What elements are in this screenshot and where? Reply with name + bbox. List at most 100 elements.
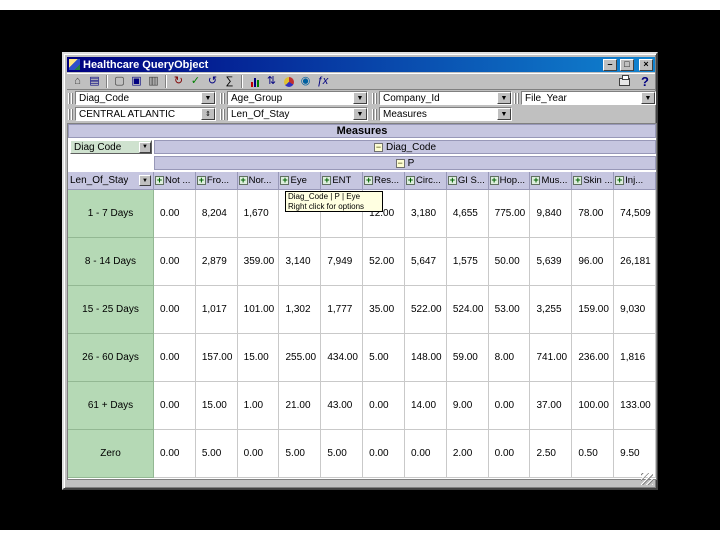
filter-combo[interactable]: CENTRAL ATLANTIC ⇕: [75, 107, 216, 121]
export-icon[interactable]: ▥: [145, 74, 162, 89]
data-cell[interactable]: 5,647: [404, 238, 447, 286]
data-cell[interactable]: 159.00: [572, 286, 615, 334]
data-cell[interactable]: 0.00: [154, 286, 196, 334]
row-label[interactable]: 8 - 14 Days: [68, 238, 154, 286]
expand-plus-icon[interactable]: +: [531, 176, 541, 185]
expand-plus-icon[interactable]: +: [196, 176, 206, 185]
apply-check-icon[interactable]: ✓: [187, 74, 204, 89]
data-cell[interactable]: 5.00: [279, 430, 322, 478]
row-label[interactable]: 26 - 60 Days: [68, 334, 154, 382]
pie-chart-icon[interactable]: [280, 74, 297, 89]
dropdown-arrow-icon[interactable]: ▼: [641, 92, 655, 104]
data-cell[interactable]: 1,017: [195, 286, 238, 334]
expand-plus-icon[interactable]: +: [405, 176, 415, 185]
drag-grip-icon[interactable]: [220, 108, 225, 120]
data-cell[interactable]: 43.00: [321, 382, 364, 430]
data-cell[interactable]: 9,840: [530, 190, 573, 238]
data-cell[interactable]: 3,255: [530, 286, 573, 334]
column-header[interactable]: + Skin ...: [572, 172, 615, 190]
filter-region-member[interactable]: CENTRAL ATLANTIC ⇕: [68, 107, 216, 121]
sum-icon[interactable]: ∑: [221, 74, 238, 89]
sort-icon[interactable]: ⇅: [263, 74, 280, 89]
data-cell[interactable]: 133.00: [614, 382, 656, 430]
data-cell[interactable]: 1.00: [237, 382, 280, 430]
drag-grip-icon[interactable]: [372, 92, 377, 104]
column-header[interactable]: + Fro...: [195, 172, 238, 190]
globe-icon[interactable]: ◉: [297, 74, 314, 89]
data-cell[interactable]: 4,655: [446, 190, 489, 238]
column-header[interactable]: + Not ...: [154, 172, 196, 190]
row-label[interactable]: 61 + Days: [68, 382, 154, 430]
column-header[interactable]: + GI S...: [446, 172, 489, 190]
data-cell[interactable]: 524.00: [446, 286, 489, 334]
data-cell[interactable]: 0.00: [154, 334, 196, 382]
data-cell[interactable]: 74,509: [614, 190, 656, 238]
dropdown-arrow-icon[interactable]: ▼: [139, 141, 151, 153]
data-cell[interactable]: 8.00: [488, 334, 531, 382]
titlebar[interactable]: Healthcare QueryObject – □ ×: [67, 57, 655, 72]
row-axis-button[interactable]: Len_Of_Stay ▼: [68, 172, 154, 190]
data-cell[interactable]: 78.00: [572, 190, 615, 238]
column-header[interactable]: + Nor...: [237, 172, 280, 190]
data-cell[interactable]: 53.00: [488, 286, 531, 334]
column-header[interactable]: + Mus...: [530, 172, 573, 190]
data-cell[interactable]: 0.00: [363, 382, 405, 430]
data-cell[interactable]: 1,575: [446, 238, 489, 286]
expand-plus-icon[interactable]: +: [322, 176, 332, 185]
rotate-pivot-icon[interactable]: ↺: [204, 74, 221, 89]
data-cell[interactable]: 9,030: [614, 286, 656, 334]
row-label[interactable]: 15 - 25 Days: [68, 286, 154, 334]
data-cell[interactable]: 1,670: [237, 190, 280, 238]
data-cell[interactable]: 8,204: [195, 190, 238, 238]
data-cell[interactable]: 0.00: [154, 430, 196, 478]
data-cell[interactable]: 2.00: [446, 430, 489, 478]
dropdown-arrow-icon[interactable]: ▼: [353, 108, 367, 120]
expand-plus-icon[interactable]: +: [489, 176, 499, 185]
data-cell[interactable]: 96.00: [572, 238, 615, 286]
new-page-icon[interactable]: ▢: [111, 74, 128, 89]
filter-combo[interactable]: Age_Group ▼: [227, 91, 368, 105]
filter-measures[interactable]: Measures ▼: [372, 107, 512, 121]
expand-plus-icon[interactable]: +: [573, 176, 583, 185]
collapse-minus-icon[interactable]: −: [373, 142, 383, 152]
data-cell[interactable]: 775.00: [488, 190, 531, 238]
filter-file-year[interactable]: File_Year ▼: [514, 91, 656, 105]
copy-icon[interactable]: ▣: [128, 74, 145, 89]
row-label[interactable]: 1 - 7 Days: [68, 190, 154, 238]
expand-plus-icon[interactable]: +: [615, 176, 625, 185]
data-cell[interactable]: 3,140: [279, 238, 322, 286]
data-cell[interactable]: 35.00: [363, 286, 405, 334]
data-cell[interactable]: 255.00: [279, 334, 322, 382]
data-cell[interactable]: 741.00: [530, 334, 573, 382]
row-label[interactable]: Zero: [68, 430, 154, 478]
drag-grip-icon[interactable]: [68, 92, 73, 104]
data-cell[interactable]: 148.00: [404, 334, 447, 382]
filter-age-group[interactable]: Age_Group ▼: [220, 91, 368, 105]
column-header[interactable]: + Circ...: [404, 172, 447, 190]
drag-grip-icon[interactable]: [68, 108, 73, 120]
data-cell[interactable]: 522.00: [404, 286, 447, 334]
dropdown-arrow-icon[interactable]: ▼: [353, 92, 367, 104]
resize-grip[interactable]: [641, 473, 653, 485]
dropdown-arrow-icon[interactable]: ▼: [497, 92, 511, 104]
column-header[interactable]: + Eye: [279, 172, 322, 190]
data-cell[interactable]: 0.00: [154, 238, 196, 286]
column-header[interactable]: + Res...: [363, 172, 405, 190]
expand-plus-icon[interactable]: +: [447, 176, 457, 185]
minimize-button[interactable]: –: [603, 58, 617, 71]
data-cell[interactable]: 101.00: [237, 286, 280, 334]
design-view-icon[interactable]: ▤: [86, 74, 103, 89]
data-cell[interactable]: 5.00: [321, 430, 364, 478]
data-cell[interactable]: 2.50: [530, 430, 573, 478]
filter-company-id[interactable]: Company_Id ▼: [372, 91, 512, 105]
expand-plus-icon[interactable]: +: [238, 176, 248, 185]
data-cell[interactable]: 157.00: [195, 334, 238, 382]
column-header[interactable]: + Hop...: [488, 172, 531, 190]
data-cell[interactable]: 0.00: [154, 190, 196, 238]
data-cell[interactable]: 26,181: [614, 238, 656, 286]
maximize-button[interactable]: □: [620, 58, 634, 71]
filter-combo[interactable]: Diag_Code ▼: [75, 91, 216, 105]
close-button[interactable]: ×: [639, 58, 653, 71]
column-header[interactable]: + Inj...: [614, 172, 656, 190]
data-cell[interactable]: 1,816: [614, 334, 656, 382]
